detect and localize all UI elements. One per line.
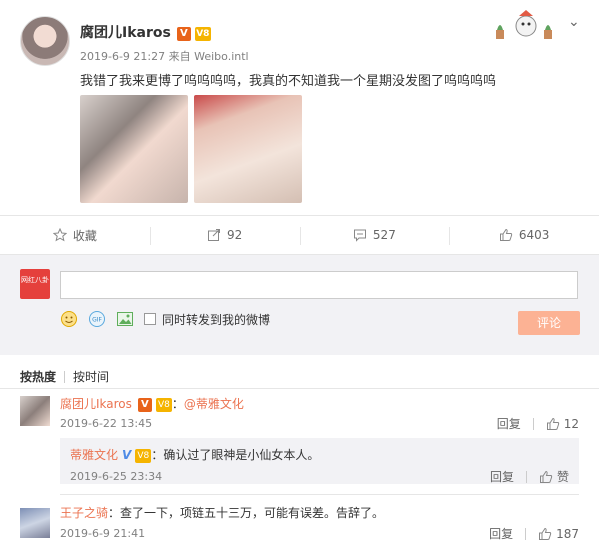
post-image-2[interactable] — [194, 95, 302, 203]
svg-text:GIF: GIF — [92, 317, 102, 324]
vip-badge: V8 — [194, 27, 211, 41]
comment-text-line: 腐团儿Ikaros V V8 ：@蒂雅文化 — [60, 395, 244, 412]
forward-label: 同时转发到我的微博 — [162, 312, 271, 327]
author-avatar[interactable] — [20, 16, 70, 66]
ops-divider — [525, 470, 527, 483]
sort-by-time[interactable]: 按时间 — [73, 368, 109, 385]
reply-button[interactable]: 回复 — [497, 415, 521, 432]
comment-icon — [353, 229, 366, 242]
decoration-illustration — [496, 10, 552, 39]
blue-verified-icon: V — [122, 448, 132, 462]
repost-button[interactable]: 92 — [149, 216, 300, 254]
ops-divider — [525, 527, 527, 540]
reply-button[interactable]: 回复 — [490, 468, 514, 485]
comment-sort: 按热度 按时间 — [20, 368, 109, 385]
chevron-down-icon[interactable]: ⌄ — [568, 14, 580, 30]
comment-count: 527 — [372, 228, 396, 242]
comment-ops: 回复 187 — [489, 525, 579, 542]
repost-icon — [207, 229, 220, 241]
sub-reply-text: ：确认过了眼神是小仙女本人。 — [151, 448, 320, 462]
sub-reply-time: 2019-6-25 23:34 — [70, 470, 163, 483]
my-avatar-text: 网红八卦 — [21, 276, 49, 284]
post-author[interactable]: 腐团儿Ikaros V V8 — [80, 22, 211, 42]
gif-icon[interactable]: GIF — [88, 310, 106, 328]
sub-reply-author[interactable]: 蒂雅文化 — [70, 448, 118, 462]
verified-badge: V — [176, 27, 191, 41]
post-meta: 2019-6-9 21:27 来自 Weibo.intl — [80, 50, 249, 63]
comment-compose: 网红八卦 GIF 同时转发到我的微博 评论 — [0, 255, 599, 355]
vip-badge: V8 — [135, 449, 152, 463]
favorite-label: 收藏 — [72, 228, 97, 243]
comment-button[interactable]: 527 — [299, 216, 450, 254]
sub-reply-ops: 回复 赞 — [490, 468, 569, 485]
comment-author[interactable]: 王子之骑 — [60, 506, 108, 520]
thumbs-up-icon[interactable] — [546, 417, 560, 431]
thumbs-up-icon[interactable] — [539, 470, 553, 484]
verified-badge: V — [137, 398, 152, 412]
comment-avatar[interactable] — [20, 508, 50, 538]
comment-author[interactable]: 腐团儿Ikaros — [60, 397, 132, 411]
comment-time: 2019-6-22 13:45 — [60, 417, 153, 430]
post-text: 我错了我来更博了呜呜呜呜，我真的不知道我一个星期没发图了呜呜呜呜 — [80, 74, 497, 89]
like-label[interactable]: 赞 — [557, 468, 569, 485]
divider — [60, 494, 579, 495]
favorite-button[interactable]: 收藏 — [0, 216, 150, 254]
my-avatar[interactable]: 网红八卦 — [20, 269, 50, 299]
sub-reply-text-line: 蒂雅文化 V V8 ：确认过了眼神是小仙女本人。 — [70, 446, 319, 463]
comment-ops: 回复 12 — [497, 415, 579, 432]
weibo-post: 腐团儿Ikaros V V8 2019-6-9 21:27 来自 Weibo.int… — [0, 0, 599, 215]
star-icon — [52, 228, 67, 242]
comment-text-line: 王子之骑：查了一下，项链五十三万，可能有误差。告辞了。 — [60, 504, 384, 521]
author-name[interactable]: 腐团儿Ikaros — [80, 25, 171, 41]
reply-button[interactable]: 回复 — [489, 525, 513, 542]
like-count: 6403 — [518, 228, 550, 242]
thumbs-up-icon — [499, 228, 513, 241]
thumbs-up-icon[interactable] — [538, 527, 552, 541]
mention-link[interactable]: @蒂雅文化 — [184, 397, 244, 411]
forward-checkbox[interactable] — [144, 313, 156, 325]
emoji-icon[interactable] — [60, 310, 78, 328]
comment-time: 2019-6-9 21:41 — [60, 527, 146, 540]
sort-divider — [64, 370, 66, 383]
comment-separator: ： — [171, 397, 184, 411]
action-bar: 收藏 92 527 6403 — [0, 215, 599, 255]
like-button[interactable]: 6403 — [449, 216, 599, 254]
post-image-1[interactable] — [80, 95, 188, 203]
vip-badge: V8 — [155, 398, 172, 412]
submit-comment-button[interactable]: 评论 — [518, 311, 580, 335]
comment-like-count: 187 — [556, 526, 579, 541]
image-icon[interactable] — [116, 310, 134, 328]
comment-text: ：查了一下，项链五十三万，可能有误差。告辞了。 — [108, 506, 385, 520]
repost-count: 92 — [226, 228, 243, 242]
ops-divider — [532, 417, 534, 430]
sort-by-hot[interactable]: 按热度 — [20, 368, 56, 385]
compose-tools: GIF 同时转发到我的微博 — [60, 309, 270, 329]
comment-like-count: 12 — [563, 416, 579, 431]
sub-reply: 蒂雅文化 V V8 ：确认过了眼神是小仙女本人。 2019-6-25 23:34 回复… — [60, 438, 579, 484]
divider — [0, 388, 599, 389]
comment-avatar[interactable] — [20, 396, 50, 426]
comment-input[interactable] — [60, 271, 578, 299]
